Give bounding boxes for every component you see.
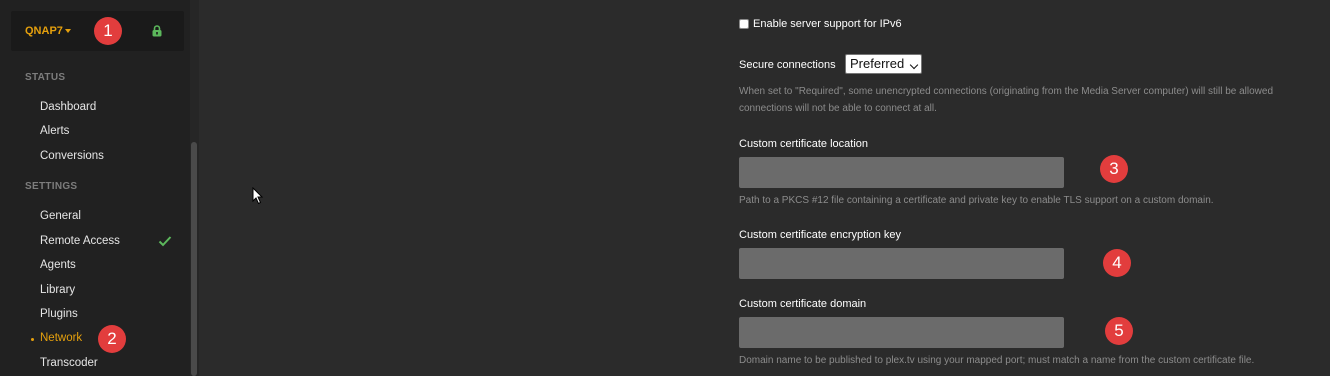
ipv6-checkbox[interactable] [739, 19, 749, 29]
status-section-label: STATUS [25, 72, 66, 83]
annotation-badge-5: 5 [1105, 317, 1133, 345]
cert-domain-label: Custom certificate domain [739, 298, 867, 310]
secure-connections-label: Secure connections [739, 59, 836, 71]
sidebar-item-agents[interactable]: Agents [40, 259, 76, 271]
annotation-badge-4: 4 [1103, 249, 1131, 277]
secure-connections-help-line1: When set to "Required", some unencrypted… [739, 86, 1274, 97]
ipv6-label: Enable server support for IPv6 [753, 18, 902, 30]
settings-section-label: SETTINGS [25, 181, 78, 192]
annotation-badge-2: 2 [98, 325, 126, 353]
mouse-cursor-icon [252, 187, 264, 205]
secure-connections-value: Preferred [850, 56, 905, 71]
sidebar-item-alerts[interactable]: Alerts [40, 125, 69, 137]
cert-key-label: Custom certificate encryption key [739, 229, 902, 241]
sidebar-item-library[interactable]: Library [40, 284, 75, 296]
caret-down-icon [65, 29, 71, 33]
sidebar-item-plugins[interactable]: Plugins [40, 308, 78, 320]
cert-location-label: Custom certificate location [739, 138, 868, 150]
lock-icon [152, 25, 162, 37]
sidebar-item-remote-access[interactable]: Remote Access [40, 235, 120, 247]
app-window: QNAP7 STATUS Dashboard Alerts Conversion… [0, 0, 1330, 376]
sidebar-item-general[interactable]: General [40, 210, 81, 222]
sidebar-scrollbar-thumb[interactable] [191, 142, 197, 376]
active-indicator [31, 338, 34, 341]
secure-connections-help-line2: connections will not be able to connect … [739, 103, 937, 114]
cert-location-input[interactable] [739, 157, 1064, 188]
cert-domain-input[interactable] [739, 317, 1064, 348]
server-name: QNAP7 [25, 25, 63, 37]
sidebar-item-network[interactable]: Network [40, 332, 82, 344]
annotation-badge-3: 3 [1100, 155, 1128, 183]
sidebar-item-transcoder[interactable]: Transcoder [40, 357, 98, 369]
chevron-down-icon [909, 60, 919, 70]
sidebar-item-dashboard[interactable]: Dashboard [40, 101, 96, 113]
secure-connections-select[interactable]: Preferred [845, 54, 922, 74]
sidebar-item-conversions[interactable]: Conversions [40, 150, 104, 162]
annotation-badge-1: 1 [94, 17, 122, 45]
cert-location-help: Path to a PKCS #12 file containing a cer… [739, 195, 1214, 206]
sidebar: QNAP7 STATUS Dashboard Alerts Conversion… [0, 0, 199, 376]
cert-domain-help: Domain name to be published to plex.tv u… [739, 355, 1255, 366]
check-icon [158, 236, 172, 247]
cert-key-input[interactable] [739, 248, 1064, 279]
